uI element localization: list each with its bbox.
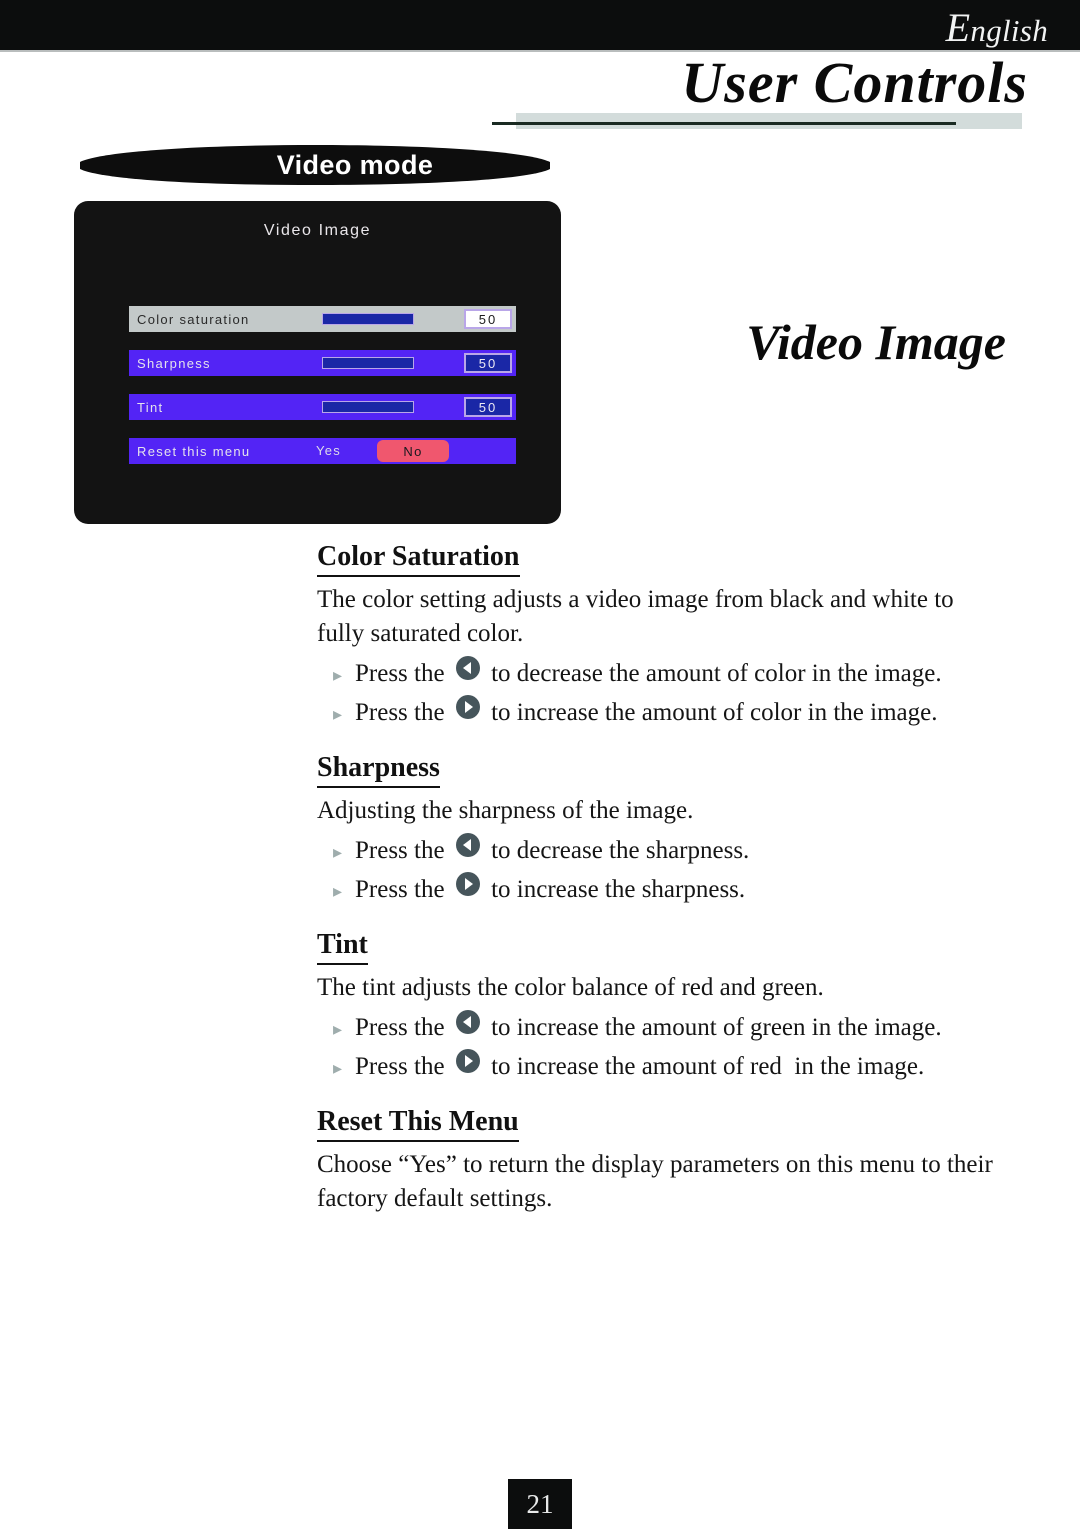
title-underline (492, 122, 956, 125)
language-rest: nglish (970, 13, 1048, 48)
arrow-right-icon (455, 871, 481, 909)
bullet-item: ▸ Press the to increase the amount of red… (317, 1048, 1007, 1087)
osd-row-label: Color saturation (137, 311, 250, 327)
section-heading: Video Image (746, 314, 1006, 370)
body-paragraph: The tint adjusts the color balance of re… (317, 974, 824, 1001)
sub-heading: Color Saturation (317, 540, 520, 577)
bullet-marker-icon: ▸ (333, 665, 343, 685)
arrow-right-icon (455, 1048, 481, 1086)
language-initial: E (945, 5, 971, 50)
title-band (516, 113, 1022, 129)
tint-slider[interactable] (322, 401, 414, 413)
sharpness-slider[interactable] (322, 357, 414, 369)
arrow-right-icon (455, 694, 481, 732)
osd-row-color-saturation[interactable]: Color saturation 50 (129, 306, 516, 332)
bullet-item: ▸ Press the to decrease the amount of col… (317, 655, 1007, 694)
bullet-item: ▸ Press the to increase the amount of col… (317, 694, 1007, 733)
bullet-prefix: Press the (355, 660, 451, 687)
sub-heading: Tint (317, 928, 368, 965)
bullet-list: ▸ Press the to decrease the amount of col… (317, 655, 1007, 733)
osd-title: Video Image (263, 222, 372, 239)
page-title: User Controls (681, 50, 1028, 115)
bullet-suffix: to increase the sharpness. (484, 876, 746, 903)
arrow-left-icon (455, 655, 481, 693)
content-block: Color Saturation The color setting adjust… (317, 540, 1007, 733)
sub-heading: Reset This Menu (317, 1105, 519, 1142)
language-label: English (946, 4, 1048, 51)
reset-no-option[interactable]: No (377, 440, 449, 462)
osd-row-sharpness[interactable]: Sharpness 50 (129, 350, 516, 376)
body-paragraph: Adjusting the sharpness of the image. (317, 797, 694, 824)
bullet-item: ▸ Press the to increase the sharpness. (317, 871, 1007, 910)
reset-yes-option[interactable]: Yes (316, 443, 341, 458)
bullet-marker-icon: ▸ (333, 881, 343, 901)
bullet-prefix: Press the (355, 837, 451, 864)
bullet-item: ▸ Press the to increase the amount of gre… (317, 1009, 1007, 1048)
bullet-marker-icon: ▸ (333, 704, 343, 724)
bullet-marker-icon: ▸ (333, 842, 343, 862)
sub-heading-wrap: Tint (317, 928, 1007, 965)
arrow-left-icon (455, 1009, 481, 1047)
sub-heading-wrap: Color Saturation (317, 540, 1007, 577)
sharpness-value: 50 (464, 353, 512, 373)
osd-row-label: Sharpness (137, 355, 211, 371)
bullet-marker-icon: ▸ (333, 1058, 343, 1078)
osd-row-reset-this-menu[interactable]: Reset this menu Yes No (129, 438, 516, 464)
mode-banner-label: Video mode (276, 149, 434, 180)
sub-heading-wrap: Sharpness (317, 751, 1007, 788)
bullet-prefix: Press the (355, 1014, 451, 1041)
color-saturation-slider[interactable] (322, 313, 414, 325)
body-paragraph: The color setting adjusts a video image … (317, 586, 954, 647)
top-black-bar (0, 0, 1080, 50)
sub-heading: Sharpness (317, 751, 440, 788)
osd-row-label: Tint (137, 399, 164, 415)
body-paragraph: Choose “Yes” to return the display param… (317, 1151, 993, 1212)
sub-heading-wrap: Reset This Menu (317, 1105, 1007, 1142)
page-number: 21 (508, 1479, 572, 1529)
bullet-item: ▸ Press the to decrease the sharpness. (317, 832, 1007, 871)
content-block: Tint The tint adjusts the color balance o… (317, 928, 1007, 1087)
content-block: Reset This Menu Choose “Yes” to return th… (317, 1105, 1007, 1216)
content-block: Sharpness Adjusting the sharpness of the … (317, 751, 1007, 910)
bullet-suffix: to increase the amount of red in the ima… (484, 1053, 925, 1080)
bullet-suffix: to increase the amount of green in the i… (484, 1014, 942, 1041)
tint-value: 50 (464, 397, 512, 417)
mode-banner: Video mode (78, 144, 552, 186)
bullet-suffix: to decrease the sharpness. (484, 837, 750, 864)
bullet-prefix: Press the (355, 1053, 451, 1080)
bullet-list: ▸ Press the to increase the amount of gre… (317, 1009, 1007, 1087)
osd-row-tint[interactable]: Tint 50 (129, 394, 516, 420)
content-column: Color Saturation The color setting adjust… (317, 540, 1007, 1232)
osd-row-list: Color saturation 50 Sharpness 50 Tint 50… (129, 306, 516, 482)
bullet-prefix: Press the (355, 876, 451, 903)
bullet-suffix: to increase the amount of color in the i… (484, 699, 938, 726)
bullet-marker-icon: ▸ (333, 1019, 343, 1039)
arrow-left-icon (455, 832, 481, 870)
bullet-prefix: Press the (355, 699, 451, 726)
bullet-suffix: to decrease the amount of color in the i… (484, 660, 942, 687)
bullet-list: ▸ Press the to decrease the sharpness. ▸ Pr… (317, 832, 1007, 910)
color-saturation-value: 50 (464, 309, 512, 329)
osd-row-label: Reset this menu (137, 443, 251, 459)
osd-panel: Video Image Color saturation 50 Sharpnes… (74, 201, 561, 524)
